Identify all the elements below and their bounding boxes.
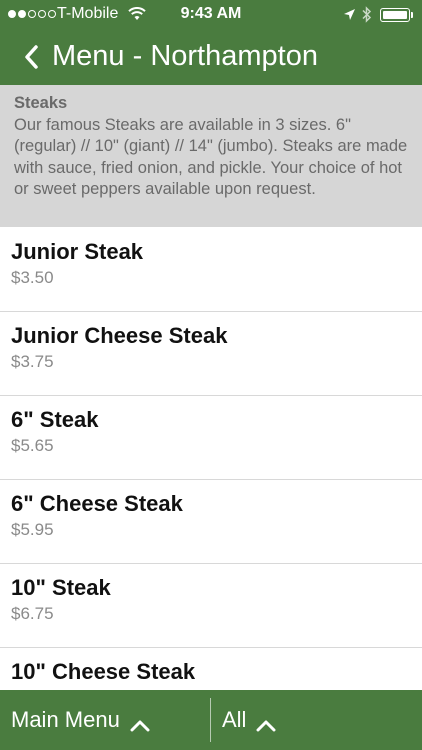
- page-title: Menu - Northampton: [52, 40, 318, 72]
- menu-item-name: 6" Cheese Steak: [11, 491, 183, 516]
- category-description: Our famous Steaks are available in 3 siz…: [14, 115, 408, 199]
- header: T-Mobile 9:43 AM Menu - Northampton: [0, 0, 422, 85]
- status-time: 9:43 AM: [180, 5, 242, 22]
- status-bar: T-Mobile 9:43 AM: [0, 0, 422, 30]
- menu-item[interactable]: Junior Cheese Steak $3.75: [0, 312, 422, 396]
- menu-item[interactable]: 6" Steak $5.65: [0, 396, 422, 480]
- filter-all-button[interactable]: All: [222, 690, 276, 750]
- main-menu-label: Main Menu: [11, 707, 120, 732]
- menu-item-price: $6.75: [11, 604, 54, 623]
- menu-item-name: Junior Cheese Steak: [11, 323, 228, 348]
- menu-item-price: $5.65: [11, 436, 54, 455]
- bluetooth-icon: [362, 6, 372, 28]
- toolbar-divider: [210, 698, 211, 742]
- menu-item[interactable]: 10" Cheese Steak: [0, 648, 422, 690]
- menu-item[interactable]: Junior Steak $3.50: [0, 228, 422, 312]
- app-screen: T-Mobile 9:43 AM Menu - Northampton Stea…: [0, 0, 422, 750]
- nav-bar: Menu - Northampton: [0, 30, 422, 85]
- menu-item-price: $3.50: [11, 268, 54, 287]
- bottom-toolbar: Main Menu All: [0, 690, 422, 750]
- category-title: Steaks: [14, 94, 68, 112]
- menu-item[interactable]: 6" Cheese Steak $5.95: [0, 480, 422, 564]
- menu-item-name: 10" Steak: [11, 575, 111, 600]
- chevron-left-icon[interactable]: [20, 42, 44, 72]
- chevron-up-icon: [256, 713, 276, 732]
- chevron-up-icon: [130, 713, 150, 732]
- menu-item-name: Junior Steak: [11, 239, 144, 264]
- menu-item-name: 10" Cheese Steak: [11, 659, 196, 684]
- category-header: Steaks Our famous Steaks are available i…: [0, 85, 422, 227]
- main-menu-button[interactable]: Main Menu: [11, 690, 150, 750]
- filter-label: All: [222, 707, 247, 732]
- battery-icon: [380, 8, 413, 22]
- menu-item-price: $5.95: [11, 520, 54, 539]
- menu-item-name: 6" Steak: [11, 407, 99, 432]
- menu-item[interactable]: 10" Steak $6.75: [0, 564, 422, 648]
- menu-item-list: Junior Steak $3.50 Junior Cheese Steak $…: [0, 228, 422, 690]
- location-arrow-icon: [343, 8, 356, 26]
- menu-item-price: $3.75: [11, 352, 54, 371]
